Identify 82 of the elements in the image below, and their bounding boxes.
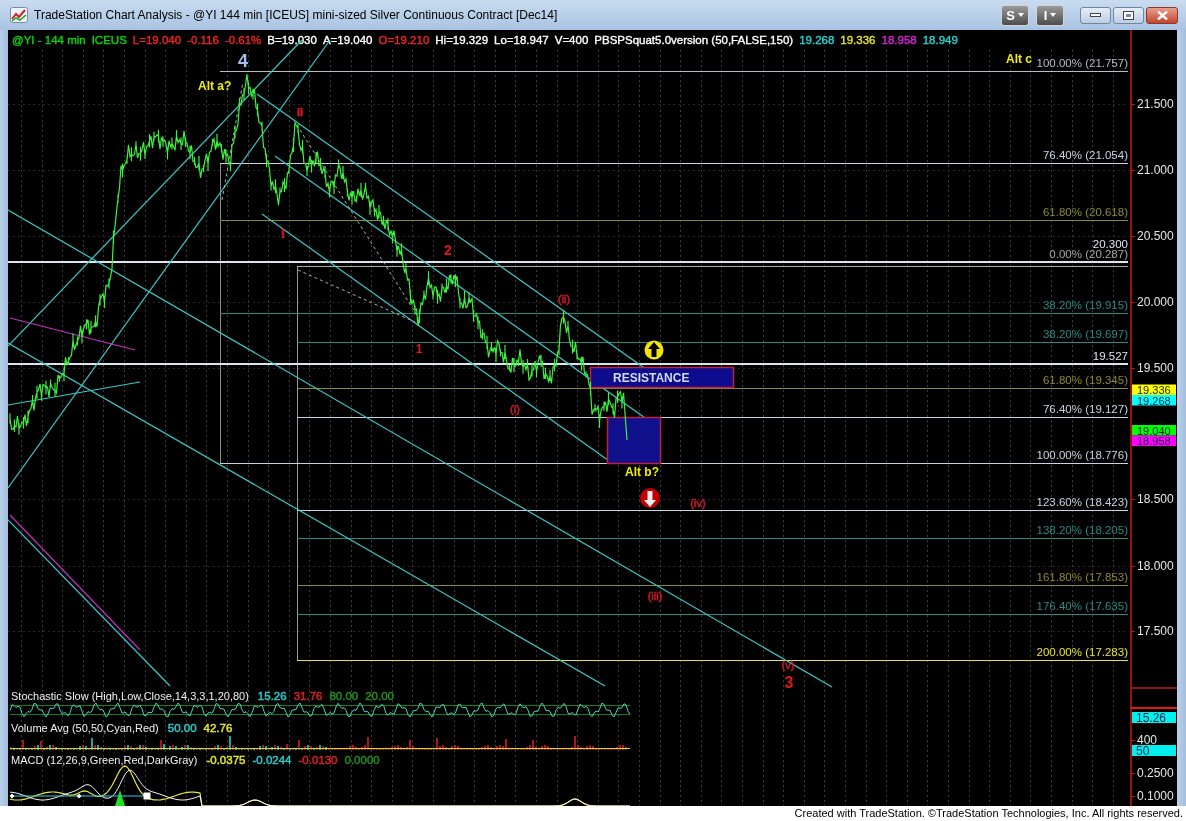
wave-label: 4 [238, 51, 248, 71]
axis-tick-label: 21.500 [1137, 97, 1174, 111]
wave-label: Alt c [1006, 52, 1032, 66]
maximize-icon [1123, 10, 1134, 20]
axis-tick-label: 20.000 [1137, 295, 1174, 309]
wave-label: i [281, 227, 285, 241]
indicator-value: -0.0130 [298, 754, 338, 766]
quote-field: 18.949 [922, 34, 958, 46]
axis-tick-label: 17.500 [1137, 624, 1174, 638]
quote-field: 19.268 [799, 34, 835, 46]
wave-label: (iii) [647, 590, 663, 602]
fibonacci-level: 100.00% (18.776) [219, 449, 1129, 464]
quote-field: -0.116 [187, 34, 219, 46]
last-price-tag: 18.958 [1132, 435, 1176, 447]
axis-tick-label: 21.000 [1137, 163, 1174, 177]
maximize-button[interactable] [1113, 6, 1144, 24]
wave-label: Alt b? [625, 465, 659, 479]
caret-icon [1017, 13, 1024, 17]
close-button[interactable] [1146, 6, 1178, 24]
wave-label: ii [296, 106, 304, 118]
indicator-value: 42.76 [203, 722, 233, 734]
fibonacci-level: 200.00% (17.283) [296, 646, 1129, 661]
indicator-value: 0.0000 [344, 754, 380, 766]
macd-histogram [115, 790, 125, 806]
target-zone [606, 416, 662, 465]
quote-field: A=19.040 [322, 34, 373, 46]
window-title: TradeStation Chart Analysis - @YI 144 min [ICEUS] mini-sized Silver Continuous Contract [Dec14] [34, 7, 559, 24]
copyright-notice: Created with TradeStation. ©TradeStation Technologies, Inc. All rights reserved. [794, 808, 1183, 819]
axis-tick-label: 18.000 [1137, 559, 1174, 573]
quote-field: Lo=18.947 [494, 34, 549, 46]
fibonacci-level: 38.20% (19.697) [296, 328, 1129, 343]
quote-field: -0.61% [224, 34, 262, 46]
last-price-tag: 19.336 [1132, 384, 1176, 396]
quote-field: 18.958 [881, 34, 917, 46]
wave-label: (iv) [690, 497, 706, 509]
indicator-value-tag: 50 [1132, 744, 1176, 758]
fibonacci-level: 138.20% (18.205) [296, 524, 1129, 539]
indicator-value: 80.00 [329, 690, 359, 702]
axis-tick-label: 20.500 [1137, 229, 1174, 243]
axis-tick-label: 18.500 [1137, 492, 1174, 506]
indicator-value: -0.0375 [206, 754, 246, 766]
fibonacci-level: 61.80% (20.618) [219, 206, 1129, 221]
quote-field: V=400 [554, 34, 589, 46]
wave-label: 2 [444, 242, 452, 258]
minimize-button[interactable] [1080, 6, 1111, 24]
last-price-tag: 19.040 [1132, 424, 1176, 437]
indicator-value: 50.00 [167, 722, 197, 734]
last-price-tag: 19.268 [1132, 394, 1176, 407]
quote-field: B=19.030 [267, 34, 317, 46]
indicator-value: 15.26 [257, 690, 287, 702]
indicator-value-tag: 15.26 [1132, 711, 1176, 725]
resistance-zone: RESISTANCE [589, 366, 735, 389]
axis-tick-label: 19.500 [1137, 361, 1174, 375]
indicator-label: MACD (12,26,9,Green,Red,DarkGray) [11, 754, 198, 766]
caret-icon [1050, 13, 1057, 17]
quote-field: O=19.210 [378, 34, 430, 46]
quote-field: @YI - 144 min [12, 34, 86, 46]
wave-label: 3 [784, 674, 794, 691]
wave-label: Alt a? [198, 79, 232, 93]
quote-field: PBSPSquat5.0version (50,FALSE,150) [594, 34, 794, 46]
quote-field: ICEUS [91, 34, 127, 46]
wave-label: (ii) [557, 293, 571, 305]
minimize-icon [1090, 13, 1101, 17]
toolbar-menu-button[interactable]: S [1001, 4, 1029, 26]
indicator-label: Volume Avg (50,50,Cyan,Red) [11, 722, 159, 734]
chart-icon [10, 7, 28, 23]
toolbar-menu-button[interactable]: I [1036, 4, 1064, 26]
wave-label: (i) [510, 403, 520, 415]
quote-field: 19.336 [840, 34, 876, 46]
fibonacci-level: 161.80% (17.853) [296, 571, 1129, 586]
quote-field: L=19.040 [132, 34, 182, 46]
fibonacci-level: 76.40% (21.054) [219, 149, 1129, 164]
indicator-value: 31.76 [293, 690, 323, 702]
axis-tick-label: 0.2500 [1137, 766, 1174, 780]
close-icon [1156, 10, 1168, 20]
axis-tick-label: 0.1000 [1137, 789, 1174, 803]
indicator-label: Stochastic Slow (High,Low,Close,14,3,3,1,20,80) [11, 690, 249, 702]
wave-label: (v) [781, 659, 795, 671]
indicator-value: -0.0244 [252, 754, 292, 766]
quote-field: Hi=19.329 [435, 34, 489, 46]
indicator-value: 20.00 [365, 690, 394, 702]
axis-tick-label: 400 [1137, 733, 1158, 747]
